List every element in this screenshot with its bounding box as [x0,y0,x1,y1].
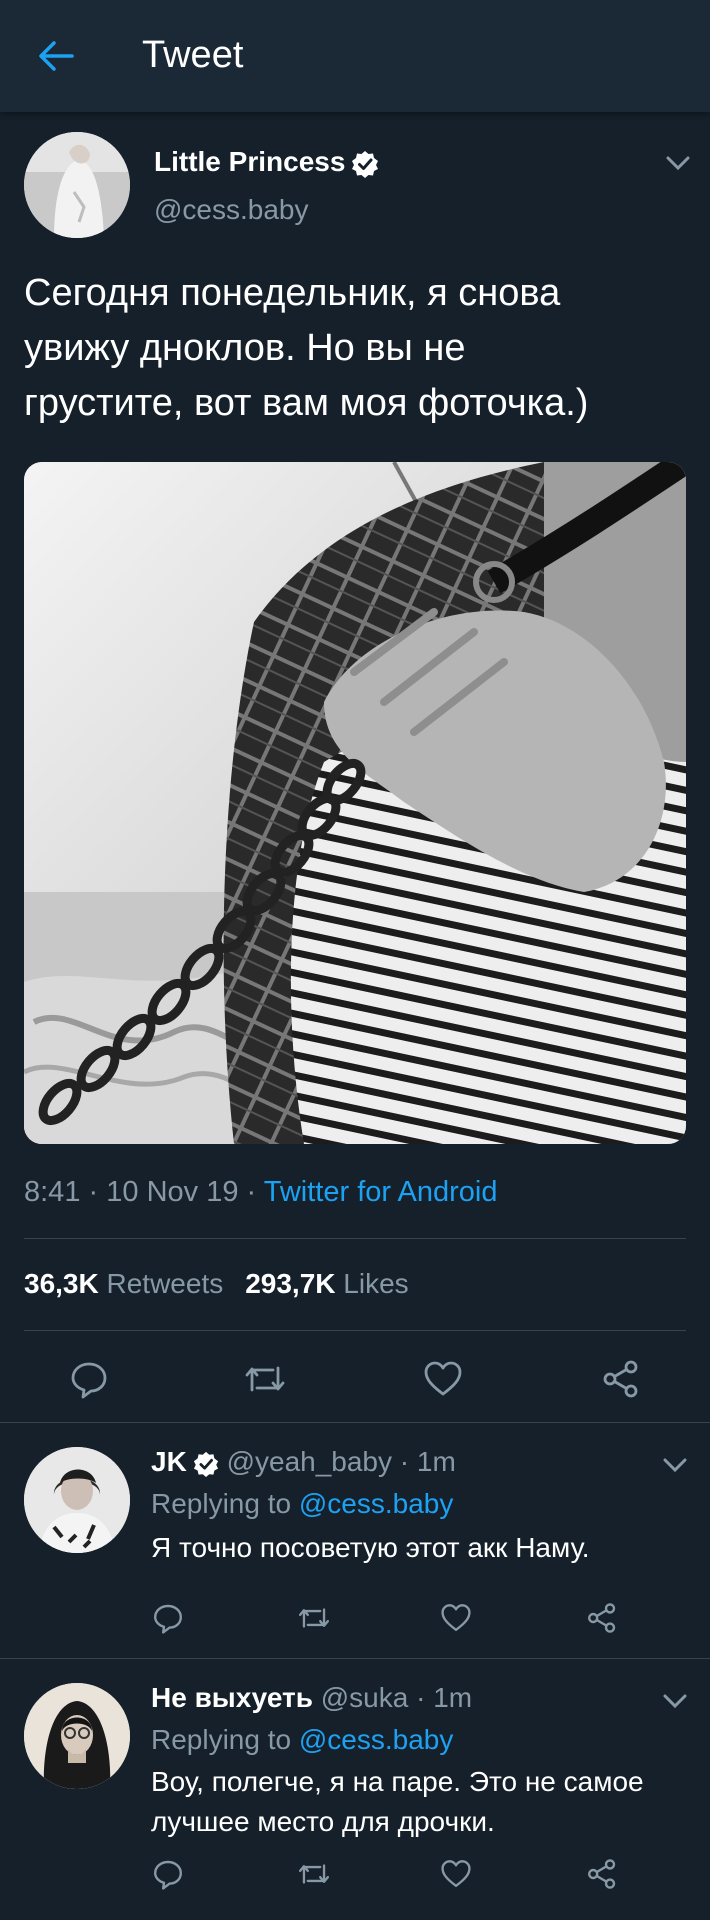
tweet-menu-button[interactable] [661,146,695,180]
reply-header: Не выхуеть @suka · 1m [151,1682,472,1714]
author-handle[interactable]: @cess.baby [154,194,309,226]
reply-text-line: Я точно посоветую этот акк Наму. [151,1532,590,1563]
chevron-down-icon [666,156,690,171]
reply-menu-button[interactable] [658,1684,692,1718]
separator: · [88,1176,99,1208]
tweet-text-line: увижу дноклов. Но вы не [24,327,466,369]
share-icon [603,1360,638,1398]
retweet-button[interactable] [294,1854,334,1894]
reply-time: 1m [416,1446,456,1477]
divider [0,1658,710,1659]
retweet-icon [245,1366,285,1392]
page-title: Tweet [142,34,244,76]
heart-icon [424,1361,462,1396]
replying-to-link[interactable]: @cess.baby [299,1724,454,1755]
reply-text-line: Воу, полегче, я на паре. Это не самое [151,1766,644,1797]
verified-badge-icon [193,1451,218,1477]
reply-author-name[interactable]: Не выхуеть [151,1682,313,1713]
replying-to: Replying to @cess.baby [151,1724,453,1756]
like-button[interactable] [436,1854,476,1894]
tweet-time: 8:41 [24,1176,81,1208]
share-button[interactable] [582,1854,622,1894]
author-name-text: Little Princess [154,146,346,177]
arrow-left-icon [39,41,74,71]
reply-text: Воу, полегче, я на паре. Это не самое лу… [151,1762,710,1842]
retweets-stat[interactable]: 36,3K Retweets [24,1268,223,1299]
back-button[interactable] [30,30,82,82]
author-name[interactable]: Little Princess [154,146,379,178]
reply-button[interactable] [148,1598,188,1638]
reply-avatar[interactable] [24,1447,130,1553]
heart-icon [441,1604,471,1632]
reply-author-handle[interactable]: @suka [321,1682,409,1713]
retweets-label: Retweets [106,1268,224,1299]
reply-button[interactable] [148,1854,188,1894]
reply-author-handle[interactable]: @yeah_baby [227,1446,392,1477]
reply-time: 1m [433,1682,473,1713]
divider [24,1238,686,1239]
reply-text-line: лучшее место для дрочки. [151,1806,495,1837]
retweet-icon [298,1864,330,1884]
tweet-stats: 36,3K Retweets 293,7K Likes [24,1268,409,1300]
heart-icon [441,1860,471,1888]
share-icon [588,1603,616,1633]
retweets-count: 36,3K [24,1268,99,1299]
share-icon [588,1859,616,1889]
author-avatar[interactable] [24,132,130,238]
likes-stat[interactable]: 293,7K Likes [245,1268,408,1299]
comment-icon [154,1604,182,1634]
replying-to-label: Replying to [151,1724,292,1755]
comment-icon [154,1860,182,1890]
verified-badge-icon [352,150,379,178]
replying-to: Replying to @cess.baby [151,1488,453,1520]
divider [0,1422,710,1423]
tweet-text: Сегодня понедельник, я снова увижу днокл… [24,266,684,431]
share-button[interactable] [582,1598,622,1638]
tweet-photo[interactable] [24,462,686,1144]
reply-menu-button[interactable] [658,1448,692,1482]
retweet-button[interactable] [238,1352,292,1406]
tweet-source-link[interactable]: Twitter for Android [264,1176,498,1208]
like-button[interactable] [436,1598,476,1638]
tweet-date: 10 Nov 19 [106,1176,239,1208]
likes-count: 293,7K [245,1268,336,1299]
tweet-timestamp: 8:41 · 10 Nov 19 · Twitter for Android [24,1176,497,1209]
share-button[interactable] [594,1352,648,1406]
separator: · [246,1176,257,1208]
separator: · [399,1446,410,1477]
reply-button[interactable] [62,1352,116,1406]
chevron-down-icon [663,1694,687,1709]
comment-icon [71,1362,107,1399]
reply-text: Я точно посоветую этот акк Наму. [151,1528,710,1568]
like-button[interactable] [416,1352,470,1406]
retweet-button[interactable] [294,1598,334,1638]
replying-to-link[interactable]: @cess.baby [299,1488,454,1519]
tweet-text-line: Сегодня понедельник, я снова [24,272,561,314]
retweet-icon [298,1608,330,1628]
reply-avatar[interactable] [24,1683,130,1789]
likes-label: Likes [343,1268,409,1299]
replying-to-label: Replying to [151,1488,292,1519]
reply-author-name[interactable]: JK [151,1446,187,1477]
tweet-text-line: грустите, вот вам моя фоточка.) [24,382,589,424]
separator: · [416,1682,426,1713]
divider [24,1330,686,1331]
reply-header: JK @yeah_baby · 1m [151,1446,456,1478]
top-app-bar: Tweet [0,0,710,112]
chevron-down-icon [663,1458,687,1473]
